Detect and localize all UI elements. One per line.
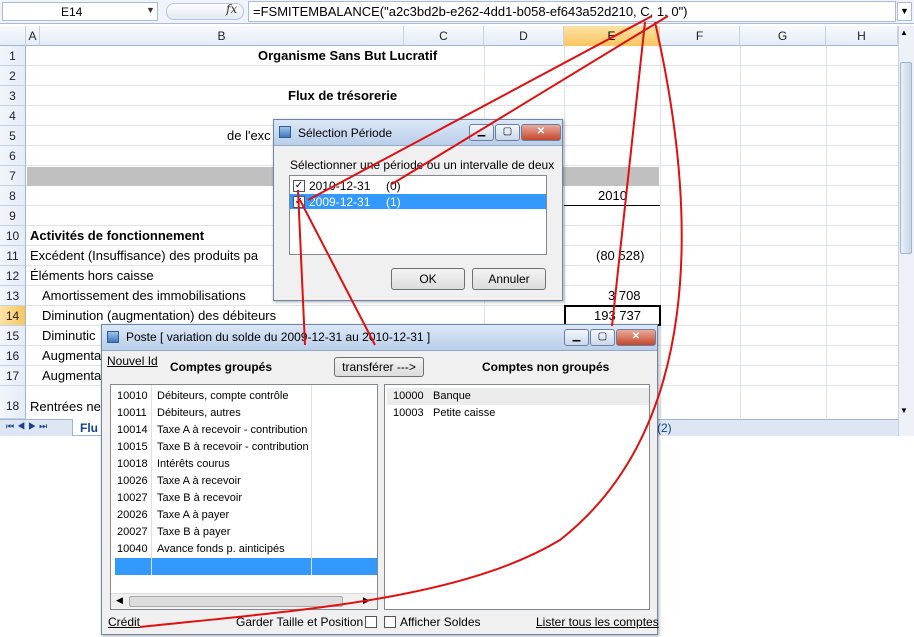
annotation-line — [297, 189, 306, 346]
annotation-line — [391, 15, 669, 185]
annotation-lines — [139, 15, 683, 628]
annotation-line — [299, 199, 376, 346]
annotation-line — [611, 21, 646, 327]
annotation-line — [307, 15, 653, 201]
annotation-curve — [139, 21, 683, 628]
